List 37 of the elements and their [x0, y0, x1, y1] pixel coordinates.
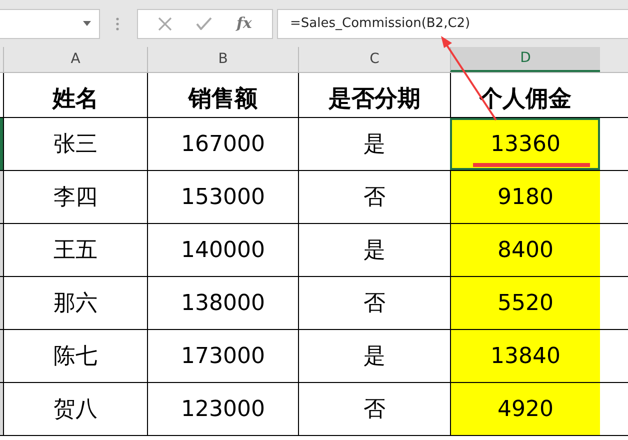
table-cell: 123000 [147, 383, 298, 435]
table-cell: 王五 [3, 224, 147, 276]
table-cell: 4920 [450, 383, 600, 435]
table-cell: 138000 [147, 277, 298, 329]
table-cell: 那六 [3, 277, 147, 329]
row-header[interactable] [0, 224, 3, 276]
table-cell: 167000 [147, 118, 298, 170]
table-cell: 153000 [147, 171, 298, 223]
table-cell: 陈七 [3, 330, 147, 382]
checkmark-icon[interactable] [196, 17, 212, 30]
dropdown-caret-icon [83, 21, 91, 26]
function-button[interactable]: fx [236, 12, 252, 35]
table-cell: 13360 [450, 118, 600, 170]
table-cell: 李四 [3, 171, 147, 223]
header-cell: 姓名 [3, 73, 147, 117]
row-header[interactable] [0, 171, 3, 223]
table-cell: 140000 [147, 224, 298, 276]
column-header[interactable]: D [450, 47, 600, 72]
table-cell: 5520 [450, 277, 600, 329]
cancel-icon[interactable] [158, 16, 172, 30]
row-header[interactable] [0, 383, 3, 435]
row-header[interactable] [0, 277, 3, 329]
header-cell: 销售额 [147, 73, 298, 117]
grip-dots-icon [116, 16, 119, 30]
formula-field[interactable]: =Sales_Commission(B2,C2) [277, 8, 628, 38]
column-header[interactable]: A [3, 47, 147, 72]
table-cell: 8400 [450, 224, 600, 276]
table-cell: 13840 [450, 330, 600, 382]
table-cell: 9180 [450, 171, 600, 223]
header-cell: 是否分期 [298, 73, 450, 117]
table-cell: 173000 [147, 330, 298, 382]
column-header[interactable]: B [147, 47, 298, 72]
row-header[interactable] [0, 330, 3, 382]
table-cell: 贺八 [3, 383, 147, 435]
name-box[interactable] [0, 8, 100, 38]
row-header[interactable] [0, 118, 3, 170]
table-cell: 张三 [3, 118, 147, 170]
